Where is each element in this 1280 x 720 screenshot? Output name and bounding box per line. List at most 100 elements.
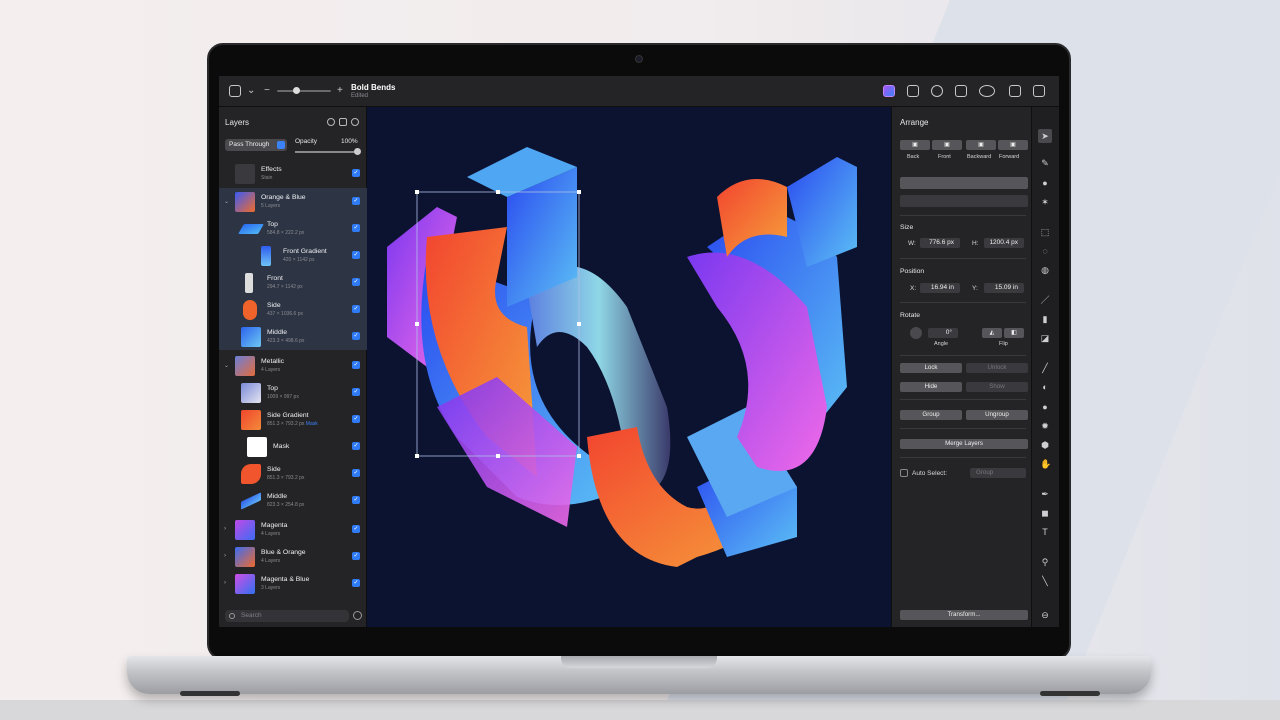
copy-icon[interactable] bbox=[955, 85, 967, 97]
layer-side-gradient[interactable]: Side Gradient 851.3 × 793.2 px Mask ✓ bbox=[219, 406, 367, 433]
visibility-checkbox[interactable]: ✓ bbox=[352, 169, 360, 177]
arrange-tool-icon[interactable]: ➤ bbox=[1038, 129, 1052, 143]
backward-button[interactable]: ▣ bbox=[966, 140, 996, 150]
angle-field[interactable]: 0° bbox=[928, 328, 958, 338]
mask-tag[interactable]: Mask bbox=[306, 421, 318, 427]
auto-select-dropdown[interactable]: Group bbox=[970, 468, 1026, 478]
color-adjust-icon[interactable]: ● bbox=[1040, 178, 1050, 188]
lasso-tool-icon[interactable]: ◌ bbox=[1040, 246, 1050, 256]
visibility-checkbox[interactable]: ✓ bbox=[352, 579, 360, 587]
sharpen-tool-icon[interactable]: ✹ bbox=[1040, 421, 1050, 431]
collapse-icon[interactable] bbox=[327, 118, 335, 126]
layers-style-icon[interactable] bbox=[883, 85, 895, 97]
chevron-down-icon[interactable]: ⌄ bbox=[247, 86, 255, 96]
zoom-slider[interactable] bbox=[277, 90, 331, 92]
layer-front-gradient[interactable]: Front Gradient 420 × 1142 px ✓ bbox=[219, 242, 367, 269]
flip-vertical-button[interactable]: ◧ bbox=[1004, 328, 1024, 338]
share-icon[interactable] bbox=[1009, 85, 1021, 97]
retouch-tool-icon[interactable]: ╱ bbox=[1040, 363, 1050, 373]
zoom-in-icon[interactable]: + bbox=[337, 86, 343, 96]
shapes-tool-icon[interactable]: ◼ bbox=[1040, 508, 1050, 518]
filter-icon[interactable] bbox=[353, 611, 362, 620]
opacity-slider[interactable] bbox=[295, 151, 359, 153]
visibility-checkbox[interactable]: ✓ bbox=[352, 332, 360, 340]
chevron-right-icon[interactable]: › bbox=[224, 580, 226, 586]
blend-mode-select[interactable]: Pass Through bbox=[225, 139, 287, 151]
layer-group-magenta[interactable]: › Magenta 4 Layers ✓ bbox=[219, 516, 367, 543]
chevron-right-icon[interactable]: › bbox=[224, 553, 226, 559]
warp-tool-icon[interactable]: ✋ bbox=[1040, 459, 1051, 469]
rotation-dial[interactable] bbox=[910, 327, 922, 339]
info-icon[interactable] bbox=[931, 85, 943, 97]
crop-icon[interactable] bbox=[907, 85, 919, 97]
layer-middle-metallic[interactable]: Middle 823.3 × 254.8 px ✓ bbox=[219, 487, 367, 514]
visibility-checkbox[interactable]: ✓ bbox=[352, 251, 360, 259]
layer-group-magenta-blue[interactable]: › Magenta & Blue 3 Layers ✓ bbox=[219, 570, 367, 597]
back-button[interactable]: ▣ bbox=[900, 140, 930, 150]
forward-button[interactable]: ▣ bbox=[998, 140, 1028, 150]
layer-search-input[interactable]: Search bbox=[225, 610, 349, 622]
paint-tool-icon[interactable]: ／ bbox=[1040, 295, 1050, 305]
chevron-down-icon[interactable]: ⌄ bbox=[224, 362, 229, 369]
y-field[interactable]: 15.09 in bbox=[984, 283, 1024, 293]
visibility-checkbox[interactable]: ✓ bbox=[352, 388, 360, 396]
zoom-out-icon[interactable]: − bbox=[264, 86, 270, 96]
smart-select-icon[interactable]: ◍ bbox=[1040, 265, 1050, 275]
layer-effects[interactable]: Effects Stain ✓ bbox=[219, 160, 367, 187]
x-field[interactable]: 16.94 in bbox=[920, 283, 960, 293]
transform-button[interactable]: Transform... bbox=[900, 610, 1028, 620]
canvas[interactable] bbox=[367, 107, 891, 627]
sidebar-toggle-icon[interactable] bbox=[229, 85, 241, 97]
layer-group-metallic[interactable]: ⌄ Metallic 4 Layers ✓ bbox=[219, 352, 367, 379]
flip-horizontal-button[interactable]: ◭ bbox=[982, 328, 1002, 338]
blur-tool-icon[interactable]: ● bbox=[1040, 402, 1050, 412]
show-button[interactable]: Show bbox=[966, 382, 1028, 392]
group-button[interactable]: Group bbox=[900, 410, 962, 420]
merge-layers-button[interactable]: Merge Layers bbox=[900, 439, 1028, 449]
layer-front[interactable]: Front 294.7 × 1142 px ✓ bbox=[219, 269, 367, 296]
layer-mask[interactable]: Mask ✓ bbox=[219, 433, 367, 460]
visibility-checkbox[interactable]: ✓ bbox=[352, 278, 360, 286]
select-tool-icon[interactable]: ⬚ bbox=[1040, 227, 1050, 237]
type-tool-icon[interactable]: T bbox=[1040, 527, 1050, 537]
chevron-down-icon[interactable]: ⌄ bbox=[224, 198, 229, 205]
visibility-checkbox[interactable]: ✓ bbox=[352, 197, 360, 205]
layer-side-metallic[interactable]: Side 851.3 × 793.2 px ✓ bbox=[219, 460, 367, 487]
clone-tool-icon[interactable]: ◐ bbox=[1040, 382, 1050, 392]
visibility-checkbox[interactable]: ✓ bbox=[352, 552, 360, 560]
effects-tool-icon[interactable]: ✶ bbox=[1040, 197, 1050, 207]
layer-side[interactable]: Side 437 × 1036.6 px ✓ bbox=[219, 296, 367, 323]
layer-group-orange-blue[interactable]: ⌄ Orange & Blue 5 Layers ✓ bbox=[219, 188, 367, 215]
sponge-tool-icon[interactable]: ⬢ bbox=[1040, 440, 1050, 450]
opacity-slider-knob[interactable] bbox=[354, 148, 361, 155]
visibility-checkbox[interactable]: ✓ bbox=[352, 496, 360, 504]
more-tools-icon[interactable]: ⊖ bbox=[1040, 610, 1050, 620]
erase-tool-icon[interactable]: ◪ bbox=[1040, 333, 1050, 343]
distribute-buttons-row[interactable] bbox=[900, 195, 1028, 207]
chevron-right-icon[interactable]: › bbox=[224, 526, 226, 532]
zoom-tool-icon[interactable]: ⚲ bbox=[1040, 557, 1050, 567]
layer-top-metallic[interactable]: Top 1009 × 997 px ✓ bbox=[219, 379, 367, 406]
visibility-checkbox[interactable]: ✓ bbox=[352, 361, 360, 369]
visibility-checkbox[interactable]: ✓ bbox=[352, 525, 360, 533]
add-layer-icon[interactable] bbox=[351, 118, 359, 126]
stack-icon[interactable] bbox=[339, 118, 347, 126]
layer-middle[interactable]: Middle 423.3 × 498.6 px ✓ bbox=[219, 323, 367, 350]
height-field[interactable]: 1200.4 px bbox=[984, 238, 1024, 248]
visibility-checkbox[interactable]: ✓ bbox=[352, 224, 360, 232]
style-tool-icon[interactable]: ✎ bbox=[1040, 158, 1050, 168]
visibility-checkbox[interactable]: ✓ bbox=[352, 415, 360, 423]
layer-group-blue-orange[interactable]: › Blue & Orange 4 Layers ✓ bbox=[219, 543, 367, 570]
pen-tool-icon[interactable]: ✒ bbox=[1040, 489, 1050, 499]
inspector-toggle-icon[interactable] bbox=[1033, 85, 1045, 97]
ungroup-button[interactable]: Ungroup bbox=[966, 410, 1028, 420]
unlock-button[interactable]: Unlock bbox=[966, 363, 1028, 373]
align-buttons-row[interactable] bbox=[900, 177, 1028, 189]
color-picker-icon[interactable]: ╲ bbox=[1040, 576, 1050, 586]
lock-button[interactable]: Lock bbox=[900, 363, 962, 373]
front-button[interactable]: ▣ bbox=[932, 140, 962, 150]
layer-top[interactable]: Top 584.8 × 222.2 px ✓ bbox=[219, 215, 367, 242]
width-field[interactable]: 776.6 px bbox=[920, 238, 960, 248]
fill-tool-icon[interactable]: ▮ bbox=[1040, 314, 1050, 324]
zoom-slider-knob[interactable] bbox=[293, 87, 300, 94]
